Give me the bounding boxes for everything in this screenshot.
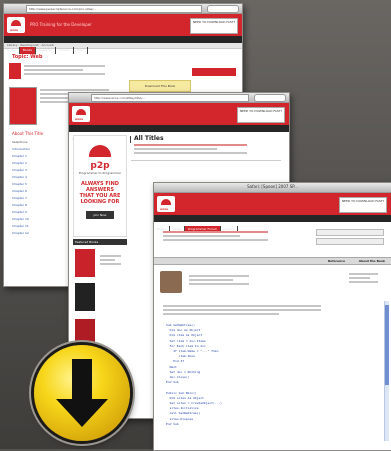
code-line: Set doc = Nothing (166, 369, 201, 374)
address-bar[interactable]: http://www.javascriptsource.com/pro-site… (26, 5, 202, 13)
featured-book-cover[interactable] (75, 319, 95, 347)
book-cover[interactable] (9, 87, 37, 125)
site-logo[interactable]: wrox (157, 196, 175, 212)
join-now-button[interactable]: Join Now (86, 211, 114, 219)
site-header: wrox PRO Training for the Developer NEED… (4, 14, 242, 36)
page-title: All Titles (134, 135, 164, 142)
download-button[interactable] (34, 345, 130, 441)
tab-about-book[interactable]: About the Book (359, 258, 385, 264)
p2p-logo-icon (89, 145, 111, 157)
code-line: Public Sub Main() (166, 390, 197, 395)
p2p-ad[interactable]: p2p Programmer to Programmer ALWAYS FIND… (73, 135, 127, 237)
promo-banner[interactable]: NEED TO DOWNLOAD FAST? (237, 107, 285, 123)
main-nav: Home Titles Programmer Forum Library (154, 215, 391, 233)
code-line: Next (166, 364, 177, 369)
promo-banner[interactable]: NEED TO DOWNLOAD FAST? (190, 18, 238, 34)
site-logo[interactable]: wrox (72, 106, 90, 122)
browser-window-front: Safari: [Spoon] 2007 SP... wrox NEED TO … (153, 182, 391, 451)
featured-book-cover[interactable] (75, 249, 95, 277)
address-bar[interactable]: http://www.wrox.com/WileyCDA/... (91, 94, 249, 102)
p2p-ad-text: ALWAYS FIND ANSWERS THAT YOU ARE LOOKING… (79, 181, 121, 205)
code-line: End Sub (166, 380, 179, 385)
author-avatar[interactable] (160, 271, 182, 293)
code-line: End If (166, 359, 185, 364)
site-logo[interactable]: wrox (7, 17, 25, 33)
scrollbar-thumb[interactable] (385, 305, 389, 385)
code-line: Dim doc As Object (166, 328, 201, 333)
code-line: Sub SetWebtree() (166, 323, 195, 327)
code-line: End Sub (166, 421, 179, 426)
code-line: Dim sites As Object (166, 395, 204, 400)
site-header: wrox NEED TO DOWNLOAD FAST? (69, 103, 289, 125)
code-listing: Sub SetWebtree() Dim doc As Object Dim i… (166, 323, 222, 427)
p2p-brand: p2p (90, 161, 110, 171)
main-nav: Home Books Subjects Forums Help (4, 36, 242, 54)
code-line: item.Show (166, 354, 195, 359)
site-header: wrox NEED TO DOWNLOAD FAST? (154, 193, 391, 215)
window-title: Safari: [Spoon] 2007 SP... (247, 184, 298, 189)
code-line: Dim item As Object (166, 333, 203, 338)
tab-reference[interactable]: Reference (328, 258, 345, 264)
featured-book-cover[interactable] (75, 283, 95, 311)
tab-bar: Reference About the Book (154, 257, 391, 265)
window-titlebar[interactable]: Safari: [Spoon] 2007 SP... (154, 183, 391, 200)
code-line: For Each item In doc (166, 343, 206, 348)
window-titlebar[interactable]: http://www.wrox.com/WileyCDA/... (69, 93, 289, 110)
sidebar-box-header (192, 68, 236, 76)
window-titlebar[interactable]: http://www.javascriptsource.com/pro-site… (4, 4, 242, 21)
promo-banner[interactable]: NEED TO DOWNLOAD FAST? (339, 197, 387, 213)
code-line: sites.Dispose (166, 416, 194, 421)
code-scrollbar[interactable] (384, 301, 389, 441)
main-nav: HomeTitlesLibraryHelp (69, 125, 289, 143)
code-line: sites.Initialize (166, 406, 199, 411)
featured-books-heading: Featured Books (73, 239, 127, 245)
book-thumbnail[interactable] (9, 63, 21, 79)
search-input[interactable] (316, 229, 384, 236)
search-field[interactable] (254, 94, 286, 102)
code-line: doc.Close() (166, 375, 190, 380)
filter-input[interactable] (316, 238, 384, 245)
code-line: Set sites = CreateObject(...) (166, 401, 222, 406)
search-field[interactable] (207, 5, 239, 13)
topic-heading: Topic: Web (12, 54, 43, 60)
header-tagline: PRO Training for the Developer (30, 22, 92, 27)
p2p-subtitle: Programmer to Programmer (78, 171, 122, 175)
download-arrow-icon (56, 359, 108, 427)
code-line: If item.Name = "..." Then (166, 349, 219, 354)
download-book-callout[interactable]: Download This Book (129, 80, 191, 92)
code-line: Call SetWebtree() (166, 411, 201, 416)
code-line: Set item = doc.Items (166, 338, 206, 343)
